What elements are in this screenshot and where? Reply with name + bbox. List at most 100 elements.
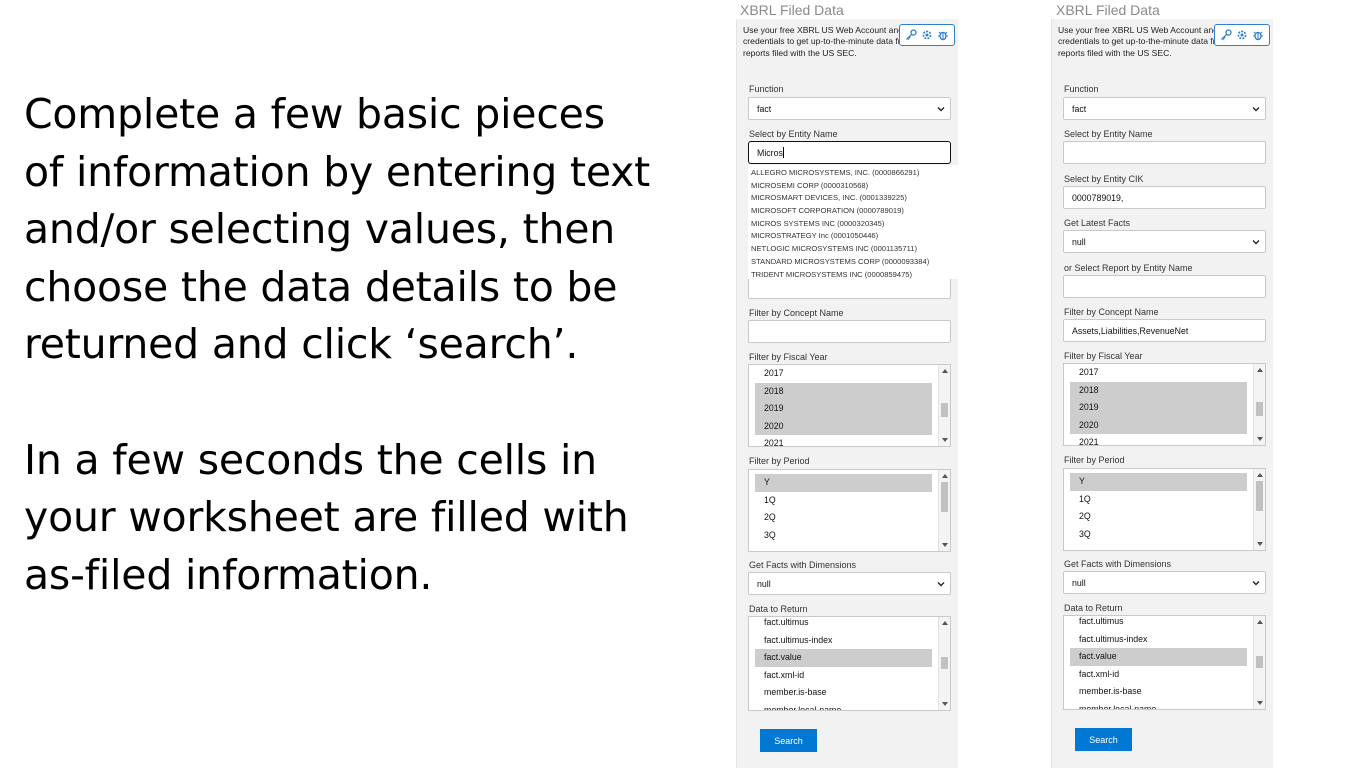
suggestion-item[interactable]: TRIDENT MICROSYSTEMS INC (0000859475)	[748, 269, 959, 282]
fiscal-year-option[interactable]: 2021	[1070, 434, 1247, 445]
data-return-option[interactable]: fact.ultimus	[1070, 616, 1247, 631]
scroll-up-icon[interactable]	[1257, 620, 1263, 624]
data-return-option[interactable]: member.local-name	[1070, 701, 1247, 709]
dimensions-select[interactable]: null	[1063, 571, 1266, 594]
period-option[interactable]: 2Q	[1070, 508, 1247, 526]
scroll-down-icon[interactable]	[1257, 437, 1263, 441]
fiscal-year-option[interactable]: 2018	[755, 382, 932, 401]
data-return-option[interactable]: member.local-name	[755, 702, 932, 710]
data-return-option[interactable]: fact.xml-id	[1070, 666, 1247, 684]
fiscal-year-option[interactable]: 2017	[755, 365, 932, 383]
entity-cik-value: 0000789019,	[1072, 192, 1124, 203]
data-return-option[interactable]: member.is-base	[755, 684, 932, 702]
data-return-option[interactable]: fact.value	[1070, 648, 1247, 666]
toolbar-icons	[1214, 24, 1270, 46]
scrollbar[interactable]	[1253, 469, 1265, 550]
gear-icon[interactable]	[921, 29, 933, 41]
function-select[interactable]: fact	[1063, 97, 1266, 120]
search-button[interactable]: Search	[760, 729, 817, 752]
period-option[interactable]: 1Q	[755, 492, 932, 510]
scroll-up-icon[interactable]	[942, 474, 948, 478]
suggestion-item[interactable]: MICROSMART DEVICES, INC. (0001339225)	[748, 192, 959, 205]
data-return-option[interactable]: member.is-base	[1070, 683, 1247, 701]
key-icon[interactable]	[1220, 29, 1232, 41]
scroll-up-icon[interactable]	[942, 621, 948, 625]
fiscal-year-option[interactable]: 2017	[1070, 364, 1247, 382]
data-return-option[interactable]: fact.ultimus-index	[1070, 631, 1247, 649]
scrollbar[interactable]	[1253, 616, 1265, 709]
period-option[interactable]: Y	[1070, 473, 1247, 491]
gear-icon[interactable]	[1236, 29, 1248, 41]
period-listbox[interactable]: Y 1Q 2Q 3Q	[1063, 468, 1266, 551]
scroll-thumb[interactable]	[941, 482, 948, 512]
scroll-thumb[interactable]	[1256, 656, 1263, 668]
concept-name-value: Assets,Liabilities,RevenueNet	[1072, 325, 1189, 336]
dimensions-select[interactable]: null	[748, 572, 951, 595]
scrollbar[interactable]	[1253, 364, 1265, 445]
suggestion-item[interactable]: ALLEGRO MICROSYSTEMS, INC. (0000866291)	[748, 167, 959, 180]
scroll-thumb[interactable]	[1256, 481, 1263, 511]
suggestion-item[interactable]: MICROS SYSTEMS INC (0000320345)	[748, 218, 959, 231]
entity-name-input[interactable]	[1063, 141, 1266, 164]
fiscal-year-option[interactable]: 2019	[755, 400, 932, 418]
concept-name-input[interactable]: Assets,Liabilities,RevenueNet	[1063, 319, 1266, 342]
data-return-option[interactable]: fact.ultimus	[755, 617, 932, 632]
fiscal-year-option[interactable]: 2020	[1070, 416, 1247, 435]
bug-icon[interactable]	[1252, 29, 1264, 41]
concept-name-input[interactable]	[748, 320, 951, 343]
function-label: Function	[1064, 84, 1099, 94]
panel-title: XBRL Filed Data	[740, 2, 844, 18]
scroll-up-icon[interactable]	[942, 369, 948, 373]
scroll-down-icon[interactable]	[1257, 542, 1263, 546]
period-option[interactable]: 1Q	[1070, 491, 1247, 509]
entity-name-label: Select by Entity Name	[749, 129, 838, 139]
concept-name-label: Filter by Concept Name	[749, 308, 844, 318]
scroll-down-icon[interactable]	[1257, 701, 1263, 705]
instruction-line: returned and click ‘search’.	[24, 320, 579, 368]
period-listbox[interactable]: Y 1Q 2Q 3Q	[748, 469, 951, 552]
data-return-listbox[interactable]: fact.ultimus fact.ultimus-index fact.val…	[748, 616, 951, 711]
fiscal-year-option[interactable]: 2020	[755, 417, 932, 436]
scrollbar[interactable]	[938, 365, 950, 446]
latest-facts-select[interactable]: null	[1063, 230, 1266, 253]
bug-icon[interactable]	[937, 29, 949, 41]
data-return-option[interactable]: fact.value	[755, 649, 932, 667]
key-icon[interactable]	[905, 29, 917, 41]
data-return-listbox[interactable]: fact.ultimus fact.ultimus-index fact.val…	[1063, 615, 1266, 710]
fiscal-year-option[interactable]: 2021	[755, 435, 932, 446]
scroll-up-icon[interactable]	[1257, 368, 1263, 372]
suggestion-item[interactable]: MICROSEMI CORP (0000310568)	[748, 180, 959, 193]
fiscal-year-listbox[interactable]: 2017 2018 2019 2020 2021	[1063, 363, 1266, 446]
period-option[interactable]: Y	[755, 474, 932, 492]
data-return-option[interactable]: fact.xml-id	[755, 667, 932, 685]
scrollbar[interactable]	[938, 470, 950, 551]
scroll-thumb[interactable]	[941, 403, 948, 417]
scroll-thumb[interactable]	[941, 657, 948, 669]
scrollbar[interactable]	[938, 617, 950, 710]
suggestion-item[interactable]: MICROSTRATEGY Inc (0001050446)	[748, 230, 959, 243]
xbrl-panel-filled: XBRL Filed Data Use your free XBRL US We…	[1051, 0, 1273, 768]
search-button[interactable]: Search	[1075, 728, 1132, 751]
fiscal-year-option[interactable]: 2018	[1070, 381, 1247, 400]
period-option[interactable]: 3Q	[1070, 526, 1247, 544]
suggestion-item[interactable]: STANDARD MICROSYSTEMS CORP (0000093384)	[748, 256, 959, 269]
chevron-down-icon	[1252, 107, 1260, 112]
period-option[interactable]: 3Q	[755, 527, 932, 545]
scroll-down-icon[interactable]	[942, 543, 948, 547]
period-option[interactable]: 2Q	[755, 509, 932, 527]
entity-name-input[interactable]: Micros	[748, 141, 951, 164]
function-select[interactable]: fact	[748, 97, 951, 120]
scroll-down-icon[interactable]	[942, 702, 948, 706]
scroll-down-icon[interactable]	[942, 438, 948, 442]
suggestion-item[interactable]: MICROSOFT CORPORATION (0000789019)	[748, 205, 959, 218]
scroll-up-icon[interactable]	[1257, 473, 1263, 477]
panel-body: Use your free XBRL US Web Account and AP…	[736, 19, 959, 768]
fiscal-year-listbox[interactable]: 2017 2018 2019 2020 2021	[748, 364, 951, 447]
fiscal-year-option[interactable]: 2019	[1070, 399, 1247, 417]
data-return-option[interactable]: fact.ultimus-index	[755, 632, 932, 650]
scroll-thumb[interactable]	[1256, 402, 1263, 416]
entity-cik-label: Select by Entity CIK	[1064, 174, 1144, 184]
report-input[interactable]	[1063, 275, 1266, 298]
entity-cik-input[interactable]: 0000789019,	[1063, 186, 1266, 209]
suggestion-item[interactable]: NETLOGIC MICROSYSTEMS INC (0001135711)	[748, 243, 959, 256]
